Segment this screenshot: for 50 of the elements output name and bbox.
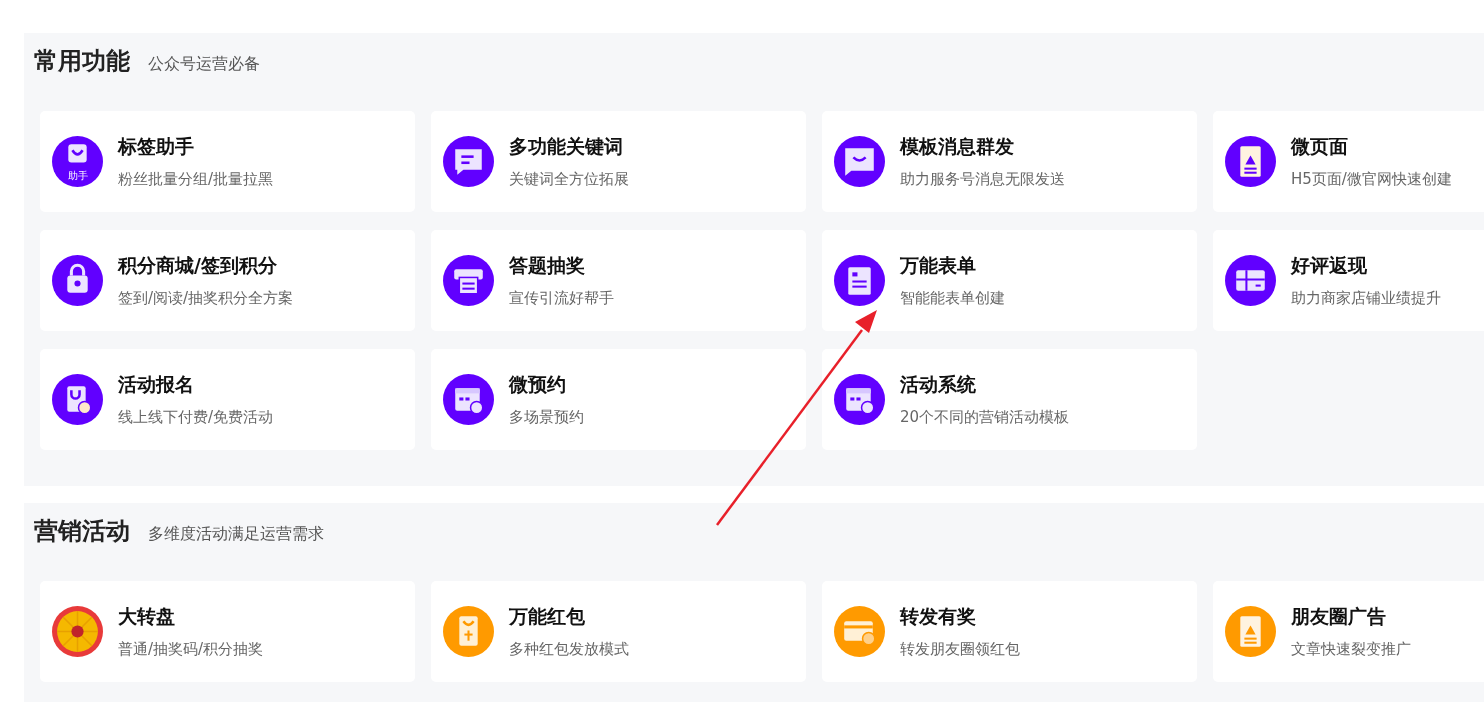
feature-description: 线上线下付费/免费活动 [118,408,274,427]
feature-title: 朋友圈广告 [1291,604,1387,629]
feature-title: 活动系统 [900,372,977,397]
feature-description: 多种红包发放模式 [509,640,629,659]
feature-title: 标签助手 [118,134,195,159]
feature-title: 答题抽奖 [509,253,586,278]
feature-card[interactable]: 万能表单 智能能表单创建 [822,230,1197,331]
feature-title: 万能红包 [509,604,586,629]
section-subtitle: 多维度活动满足运营需求 [148,524,324,545]
feature-description: 多场景预约 [509,408,584,427]
feature-description: 宣传引流好帮手 [509,289,614,308]
feature-card[interactable]: 万能红包 多种红包发放模式 [431,581,806,682]
feature-title: 转发有奖 [900,604,977,629]
feature-description: 文章快速裂变推广 [1291,640,1411,659]
feature-card[interactable]: 微预约 多场景预约 [431,349,806,450]
feature-description: 转发朋友圈领红包 [900,640,1020,659]
feature-title: 微页面 [1291,134,1349,159]
icon-label: 助手 [67,169,88,181]
feature-card[interactable]: 微页面 H5页面/微官网快速创建 [1213,111,1484,212]
feature-title: 模板消息群发 [900,134,1015,159]
feature-description: 粉丝批量分组/批量拉黑 [118,170,274,189]
feature-description: 助力商家店铺业绩提升 [1291,289,1441,308]
feature-card[interactable]: 积分商城/签到积分 签到/阅读/抽奖积分全方案 [40,230,415,331]
section-subtitle: 公众号运营必备 [148,54,260,75]
feature-title: 大转盘 [118,604,176,629]
feature-title: 好评返现 [1291,253,1368,278]
feature-card[interactable]: 助手 标签助手 粉丝批量分组/批量拉黑 [40,111,415,212]
feature-title: 微预约 [509,372,567,397]
feature-description: 智能能表单创建 [900,289,1005,308]
feature-title: 活动报名 [118,372,195,397]
section-title: 常用功能 [34,46,130,77]
feature-card[interactable]: 转发有奖 转发朋友圈领红包 [822,581,1197,682]
feature-title: 多功能关键词 [509,134,624,159]
feature-card[interactable]: 好评返现 助力商家店铺业绩提升 [1213,230,1484,331]
feature-card[interactable]: 大转盘 普通/抽奖码/积分抽奖 [40,581,415,682]
feature-description: 签到/阅读/抽奖积分全方案 [118,289,294,308]
feature-title: 积分商城/签到积分 [118,253,278,278]
feature-card[interactable]: 朋友圈广告 文章快速裂变推广 [1213,581,1484,682]
feature-card[interactable]: 模板消息群发 助力服务号消息无限发送 [822,111,1197,212]
feature-description: 普通/抽奖码/积分抽奖 [118,640,264,659]
feature-title: 万能表单 [900,253,977,278]
feature-description: 关键词全方位拓展 [509,170,629,189]
feature-card[interactable]: 活动报名 线上线下付费/免费活动 [40,349,415,450]
section-title: 营销活动 [34,516,130,547]
feature-description: 助力服务号消息无限发送 [900,170,1065,189]
feature-description: H5页面/微官网快速创建 [1291,170,1452,189]
feature-card[interactable]: 活动系统 20个不同的营销活动模板 [822,349,1197,450]
feature-card[interactable]: 多功能关键词 关键词全方位拓展 [431,111,806,212]
feature-description: 20个不同的营销活动模板 [900,408,1070,427]
feature-card[interactable]: 答题抽奖 宣传引流好帮手 [431,230,806,331]
